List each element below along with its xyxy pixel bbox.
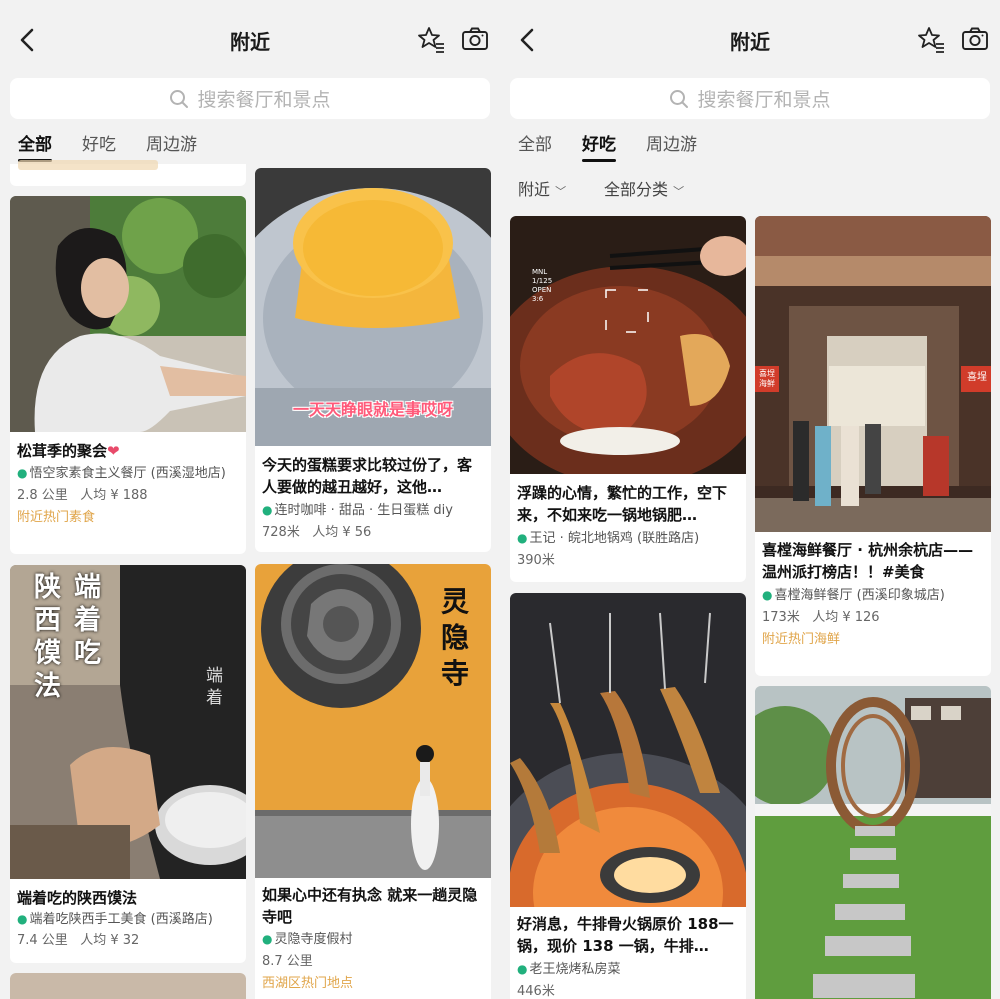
card-body: 松茸季的聚会❤ ● 悟空家素食主义餐厅 (西溪湿地店) 2.8 公里 人均 ¥ 1… bbox=[10, 440, 246, 528]
card-body: 浮躁的心情，繁忙的工作，空下来，不如来吃一锅地锅肥… ● 王记 · 皖北地锅鸡 (… bbox=[510, 482, 746, 571]
card-body: 喜樘海鲜餐厅 · 杭州余杭店——温州派打榜店！！#美食 ● 喜樘海鲜餐厅 (西溪印… bbox=[755, 539, 991, 650]
right-screen: 附近 搜索餐厅和景点 全部 好吃 周边游 附近 ﹀ 全部分类 ﹀ MNL 1/1… bbox=[500, 0, 1000, 999]
feed-card[interactable]: 灵隐寺 如果心中还有执念 就来一趟灵隐寺吧 ● 灵隐寺度假村 8.7 公里 西湖区… bbox=[255, 564, 491, 999]
card-photo-dish bbox=[510, 216, 746, 474]
card-meta: 728米 人均 ¥ 56 bbox=[262, 525, 372, 540]
card-body: 如果心中还有执念 就来一趟灵隐寺吧 ● 灵隐寺度假村 8.7 公里 西湖区热门地点 bbox=[255, 884, 491, 994]
card-place: ● 王记 · 皖北地锅鸡 (联胜路店) bbox=[517, 531, 700, 546]
feed-card[interactable]: 陕西馍法 端着吃 端着 端着吃的陕西馍法 ● 端着吃陕西手工美食 (西溪路店) 7… bbox=[10, 565, 246, 963]
partial-card-photo bbox=[10, 973, 246, 999]
shop-sign-text: 喜埕 bbox=[967, 372, 987, 383]
top-bar: 附近 bbox=[500, 0, 1000, 80]
photo-overlay-text: 一天天睁眼就是事哎呀 bbox=[292, 400, 453, 419]
card-meta: 446米 bbox=[517, 984, 555, 999]
filter-category[interactable]: 全部分类 ﹀ bbox=[604, 176, 684, 200]
location-pin-icon: ● bbox=[262, 503, 273, 517]
camera-overlay: MNL 1/125 OPEN 3:6 bbox=[532, 268, 553, 303]
card-title: 今天的蛋糕要求比较过份了，客人要做的越丑越好，这他… bbox=[262, 456, 473, 496]
tab-all[interactable]: 全部 bbox=[18, 130, 52, 162]
tab-food[interactable]: 好吃 bbox=[582, 130, 616, 162]
feed-card[interactable]: MNL 1/125 OPEN 3:6 浮躁的心情，繁忙的工作，空下来，不如来吃一… bbox=[510, 216, 746, 582]
card-body: 今天的蛋糕要求比较过份了，客人要做的越丑越好，这他… ● 连时咖啡 · 甜品 · … bbox=[255, 454, 491, 543]
chevron-down-icon: ﹀ bbox=[555, 185, 567, 198]
star-list-icon[interactable] bbox=[416, 24, 446, 54]
card-title: 好消息，牛排骨火锅原价 188一锅，现价 138 一锅，牛排… bbox=[517, 915, 734, 955]
photo-overlay-text: 端着吃 bbox=[74, 572, 101, 669]
filter-distance[interactable]: 附近 ﹀ bbox=[518, 176, 566, 200]
search-icon bbox=[670, 89, 689, 108]
location-pin-icon: ● bbox=[517, 962, 528, 976]
camera-icon[interactable] bbox=[960, 24, 990, 54]
partial-tag-text bbox=[18, 160, 158, 170]
card-place: ● 喜樘海鲜餐厅 (西溪印象城店) bbox=[762, 588, 945, 603]
search-icon bbox=[170, 89, 189, 108]
photo-overlay-text: 灵隐寺 bbox=[441, 585, 470, 690]
card-place: ● 悟空家素食主义餐厅 (西溪湿地店) bbox=[17, 466, 226, 481]
card-tag: 附近热门素食 bbox=[17, 510, 96, 525]
feed-card[interactable]: 喜埕海鲜 喜埕 喜樘海鲜餐厅 · 杭州余杭店——温州派打榜店！！#美食 ● 喜樘海… bbox=[755, 216, 991, 676]
card-meta: 173米 人均 ¥ 126 bbox=[762, 610, 880, 625]
card-title: 喜樘海鲜餐厅 · 杭州余杭店——温州派打榜店！！#美食 bbox=[762, 541, 974, 581]
shop-sign-text: 端着 bbox=[206, 666, 223, 708]
location-pin-icon: ● bbox=[762, 588, 773, 602]
photo-overlay-text: 陕西馍法 bbox=[34, 572, 61, 702]
card-photo-restaurant-front bbox=[755, 216, 991, 532]
feed-card[interactable]: 松茸季的聚会❤ ● 悟空家素食主义餐厅 (西溪湿地店) 2.8 公里 人均 ¥ 1… bbox=[10, 196, 246, 554]
card-place: ● 连时咖啡 · 甜品 · 生日蛋糕 diy bbox=[262, 503, 453, 518]
feed-card[interactable]: 好消息，牛排骨火锅原价 188一锅，现价 138 一锅，牛排… ● 老王烧烤私房菜… bbox=[510, 593, 746, 999]
card-photo-woman-cooking bbox=[10, 196, 246, 432]
card-title: 浮躁的心情，繁忙的工作，空下来，不如来吃一锅地锅肥… bbox=[517, 484, 728, 524]
search-placeholder: 搜索餐厅和景点 bbox=[697, 89, 831, 111]
card-meta: 2.8 公里 人均 ¥ 188 bbox=[17, 488, 148, 503]
search-input[interactable]: 搜索餐厅和景点 bbox=[510, 78, 990, 119]
location-pin-icon: ● bbox=[517, 531, 528, 545]
chevron-down-icon: ﹀ bbox=[673, 185, 685, 198]
card-place: ● 灵隐寺度假村 bbox=[262, 932, 353, 947]
star-list-icon[interactable] bbox=[916, 24, 946, 54]
card-title: 如果心中还有执念 就来一趟灵隐寺吧 bbox=[262, 886, 478, 926]
card-photo-bbq-grill bbox=[510, 593, 746, 907]
top-bar: 附近 bbox=[0, 0, 500, 80]
search-input[interactable]: 搜索餐厅和景点 bbox=[10, 78, 490, 119]
card-meta: 8.7 公里 bbox=[262, 954, 313, 969]
card-title: 松茸季的聚会❤ bbox=[17, 442, 120, 460]
card-meta: 390米 bbox=[517, 553, 555, 568]
card-title: 端着吃的陕西馍法 bbox=[17, 889, 138, 907]
card-photo-garden bbox=[755, 686, 991, 999]
left-screen: 附近 搜索餐厅和景点 全部 好吃 周边游 松茸季的聚会❤ ● 悟空家素食主义餐厅… bbox=[0, 0, 500, 999]
location-pin-icon: ● bbox=[17, 466, 28, 480]
tab-nearby-tour[interactable]: 周边游 bbox=[646, 130, 697, 155]
card-body: 端着吃的陕西馍法 ● 端着吃陕西手工美食 (西溪路店) 7.4 公里 人均 ¥ 3… bbox=[10, 887, 246, 951]
card-meta: 7.4 公里 人均 ¥ 32 bbox=[17, 933, 140, 948]
tab-all[interactable]: 全部 bbox=[518, 130, 552, 155]
search-placeholder: 搜索餐厅和景点 bbox=[197, 89, 331, 111]
card-tag: 附近热门海鲜 bbox=[762, 632, 841, 647]
feed-card[interactable] bbox=[755, 686, 991, 999]
tab-food[interactable]: 好吃 bbox=[82, 130, 116, 155]
category-tabs: 全部 好吃 周边游 bbox=[0, 128, 500, 162]
category-tabs: 全部 好吃 周边游 bbox=[500, 128, 1000, 162]
tab-nearby-tour[interactable]: 周边游 bbox=[146, 130, 197, 155]
card-place: ● 端着吃陕西手工美食 (西溪路店) bbox=[17, 912, 213, 927]
partial-card[interactable] bbox=[10, 973, 246, 999]
card-body: 好消息，牛排骨火锅原价 188一锅，现价 138 一锅，牛排… ● 老王烧烤私房菜… bbox=[510, 913, 746, 999]
shop-sign-text: 喜埕海鲜 bbox=[759, 369, 775, 388]
card-tag: 西湖区热门地点 bbox=[262, 976, 354, 991]
feed-card[interactable]: 一天天睁眼就是事哎呀 今天的蛋糕要求比较过份了，客人要做的越丑越好，这他… ● 连… bbox=[255, 168, 491, 552]
camera-icon[interactable] bbox=[460, 24, 490, 54]
location-pin-icon: ● bbox=[262, 932, 273, 946]
location-pin-icon: ● bbox=[17, 912, 28, 926]
partial-card[interactable] bbox=[10, 160, 246, 186]
card-place: ● 老王烧烤私房菜 bbox=[517, 962, 621, 977]
